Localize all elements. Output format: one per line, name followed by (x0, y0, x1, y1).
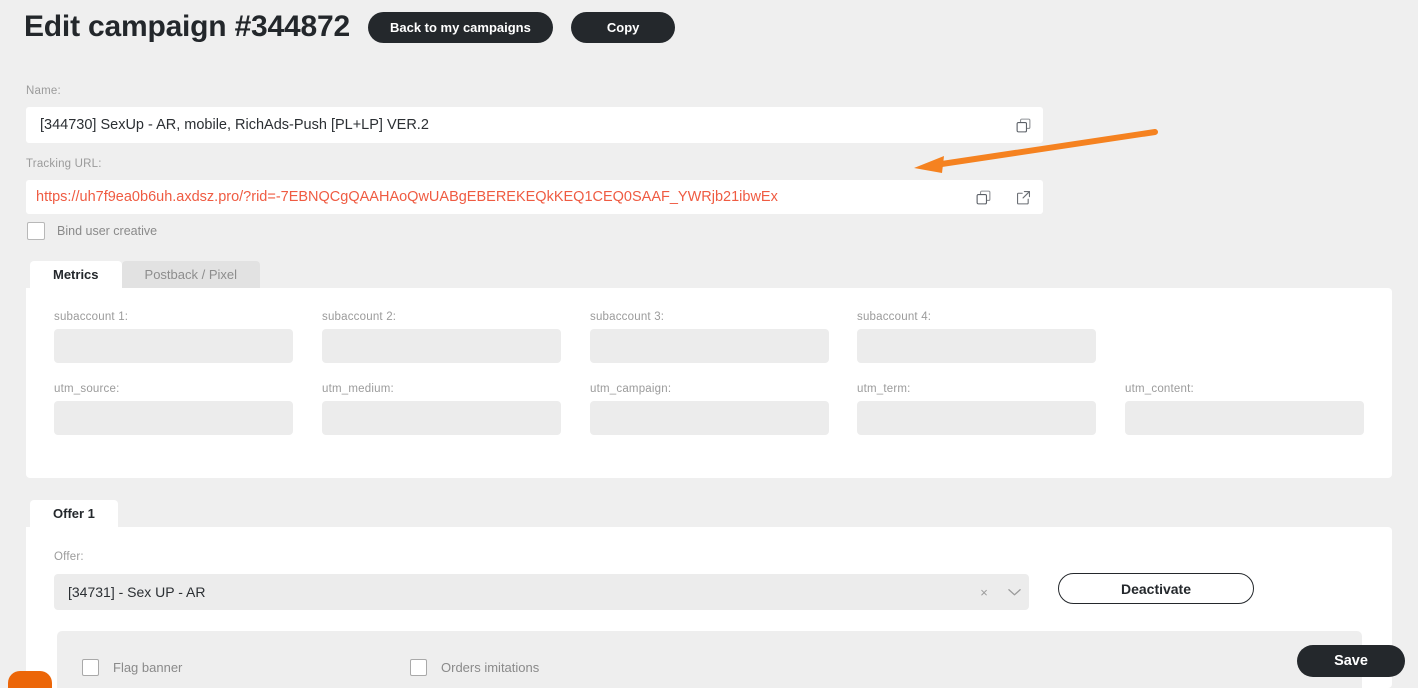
tracking-url-copy-icon[interactable] (963, 180, 1003, 214)
utm-term-input[interactable] (857, 401, 1096, 435)
bind-user-creative-row[interactable]: Bind user creative (27, 222, 157, 240)
save-button[interactable]: Save (1297, 645, 1405, 677)
offer-panel: Offer: [34731] - Sex UP - AR × Deactivat… (26, 527, 1392, 688)
offer-select-value: [34731] - Sex UP - AR (68, 584, 206, 600)
field-utm-source: utm_source: (54, 383, 293, 435)
subaccount-2-label: subaccount 2: (322, 311, 397, 323)
copy-campaign-button[interactable]: Copy (570, 11, 676, 43)
field-subaccount-4: subaccount 4: (857, 311, 1096, 363)
field-utm-content: utm_content: (1125, 383, 1364, 435)
utm-term-label: utm_term: (857, 383, 911, 395)
offer-select[interactable]: [34731] - Sex UP - AR × (54, 574, 1029, 610)
subaccount-3-input[interactable] (590, 329, 829, 363)
subaccount-4-input[interactable] (857, 329, 1096, 363)
name-label: Name: (26, 85, 61, 97)
flag-banner-row[interactable]: Flag banner (82, 659, 182, 676)
orders-imitations-row[interactable]: Orders imitations (410, 659, 539, 676)
field-subaccount-1: subaccount 1: (54, 311, 293, 363)
tracking-url-external-link-icon[interactable] (1003, 180, 1043, 214)
subaccount-3-label: subaccount 3: (590, 311, 665, 323)
bind-user-creative-label: Bind user creative (57, 224, 158, 238)
page-header: Edit campaign #344872 Back to my campaig… (24, 10, 676, 44)
tracking-url-value[interactable]: https://uh7f9ea0b6uh.axdsz.pro/?rid=-7EB… (26, 189, 963, 205)
subaccount-1-input[interactable] (54, 329, 293, 363)
flag-banner-label: Flag banner (113, 660, 183, 675)
field-subaccount-3: subaccount 3: (590, 311, 829, 363)
orders-imitations-checkbox[interactable] (410, 659, 427, 676)
subaccount-2-input[interactable] (322, 329, 561, 363)
tab-postback-pixel[interactable]: Postback / Pixel (121, 261, 261, 288)
metrics-panel: subaccount 1: subaccount 2: subaccount 3… (26, 288, 1392, 478)
utm-medium-label: utm_medium: (322, 383, 394, 395)
bind-user-creative-checkbox[interactable] (27, 222, 45, 240)
edit-campaign-page: Edit campaign #344872 Back to my campaig… (0, 0, 1418, 688)
metrics-tabs: Metrics Postback / Pixel (30, 261, 261, 288)
offer-tabs: Offer 1 (30, 500, 118, 527)
offer-options-box: Flag banner Orders imitations (57, 631, 1362, 688)
subaccount-4-label: subaccount 4: (857, 311, 932, 323)
tracking-url-field[interactable]: https://uh7f9ea0b6uh.axdsz.pro/?rid=-7EB… (26, 180, 1043, 214)
floating-action-button[interactable] (8, 671, 52, 688)
utm-source-input[interactable] (54, 401, 293, 435)
back-to-my-campaigns-button[interactable]: Back to my campaigns (367, 11, 553, 43)
tracking-url-label: Tracking URL: (26, 158, 102, 170)
name-field[interactable]: [344730] SexUp - AR, mobile, RichAds-Pus… (26, 107, 1043, 143)
field-utm-term: utm_term: (857, 383, 1096, 435)
page-title: Edit campaign #344872 (24, 10, 350, 43)
orders-imitations-label: Orders imitations (441, 660, 540, 675)
deactivate-button[interactable]: Deactivate (1058, 573, 1254, 604)
field-utm-campaign: utm_campaign: (590, 383, 829, 435)
tab-metrics[interactable]: Metrics (30, 261, 122, 288)
field-utm-medium: utm_medium: (322, 383, 561, 435)
field-subaccount-2: subaccount 2: (322, 311, 561, 363)
flag-banner-checkbox[interactable] (82, 659, 99, 676)
offer-label: Offer: (54, 551, 84, 563)
name-value[interactable]: [344730] SexUp - AR, mobile, RichAds-Pus… (26, 117, 1003, 133)
name-copy-icon[interactable] (1003, 107, 1043, 143)
utm-source-label: utm_source: (54, 383, 120, 395)
subaccount-1-label: subaccount 1: (54, 311, 129, 323)
utm-campaign-input[interactable] (590, 401, 829, 435)
tab-offer-1[interactable]: Offer 1 (30, 500, 118, 527)
utm-medium-input[interactable] (322, 401, 561, 435)
utm-content-label: utm_content: (1125, 383, 1194, 395)
utm-content-input[interactable] (1125, 401, 1364, 435)
offer-chevron-down-icon[interactable] (999, 585, 1029, 600)
utm-campaign-label: utm_campaign: (590, 383, 672, 395)
offer-clear-icon[interactable]: × (969, 585, 999, 600)
